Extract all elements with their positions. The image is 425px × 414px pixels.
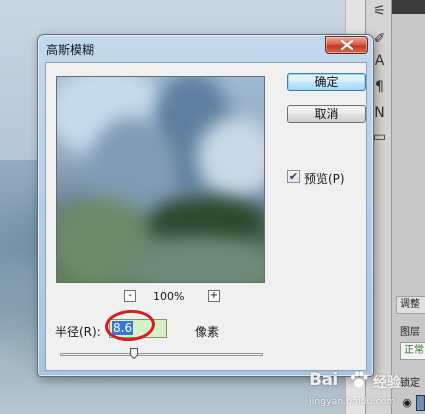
gaussian-blur-dialog: 高斯模糊 - 100% + 半径(R): 8.6 像素 确定 取消 ✔ 预览(P… <box>37 34 374 377</box>
zoom-in-button[interactable]: + <box>208 290 220 302</box>
zoom-out-button[interactable]: - <box>124 290 136 302</box>
radius-label: 半径(R): <box>55 325 101 339</box>
adjust-tool-icon[interactable]: ⚟ <box>370 2 389 21</box>
radius-slider-track[interactable] <box>60 353 263 356</box>
preview-checkbox-label: 预览(P) <box>304 172 345 186</box>
blend-mode-select[interactable]: 正常 <box>400 342 425 360</box>
dialog-title-bar[interactable]: 高斯模糊 <box>38 35 373 61</box>
close-icon <box>340 40 353 50</box>
preview-image[interactable] <box>56 76 265 283</box>
cancel-button[interactable]: 取消 <box>287 105 366 123</box>
zoom-level: 100% <box>153 290 185 303</box>
radius-slider-thumb[interactable] <box>130 348 138 359</box>
dialog-title: 高斯模糊 <box>46 43 95 57</box>
tab-adjustments[interactable]: 调整 <box>396 296 425 314</box>
layer-visibility-eye-icon[interactable]: ◉ <box>399 396 415 410</box>
dialog-client-area: - 100% + 半径(R): 8.6 像素 确定 取消 ✔ 预览(P) <box>45 62 367 371</box>
radius-unit: 像素 <box>195 325 220 339</box>
checkmark-icon: ✔ <box>288 170 299 183</box>
zoom-controls: - 100% + <box>46 289 275 305</box>
ok-button[interactable]: 确定 <box>287 73 366 91</box>
layer-thumbnail[interactable] <box>416 395 425 411</box>
layers-label: 图层 <box>400 327 420 338</box>
lock-label: 锁定 <box>400 378 420 389</box>
preview-checkbox[interactable]: ✔ <box>287 170 300 183</box>
close-button[interactable] <box>325 36 368 54</box>
panel-header-dark <box>392 0 425 14</box>
canvas-image-edge <box>0 160 40 340</box>
